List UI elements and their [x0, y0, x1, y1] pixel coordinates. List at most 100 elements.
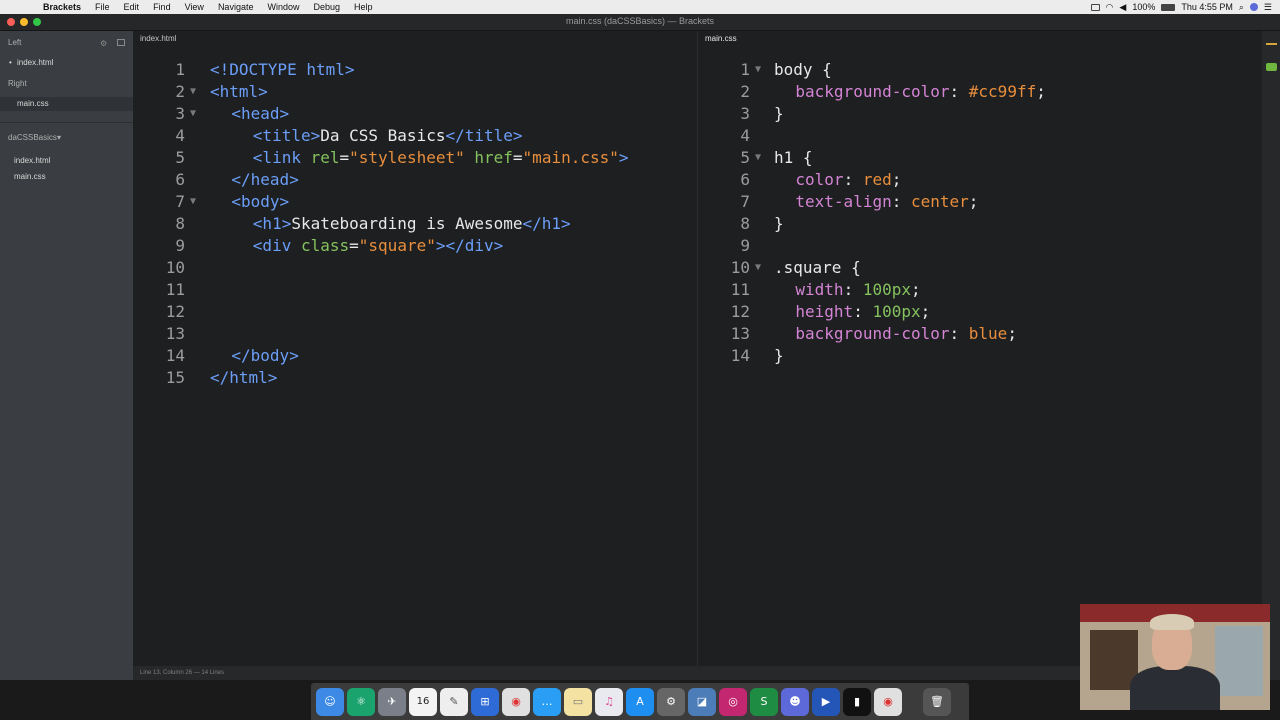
apps-grid-icon[interactable]: ⊞ [471, 687, 499, 716]
project-title[interactable]: daCSSBasics [8, 133, 57, 142]
code-text[interactable]: <body> [231, 191, 289, 213]
battery-icon[interactable] [1161, 3, 1176, 11]
project-file-main-css[interactable]: main.css [14, 172, 46, 181]
code-text[interactable]: color: red; [795, 169, 901, 191]
stickies-icon[interactable]: ▭ [564, 687, 592, 716]
pane-left-filename: index.html [140, 34, 177, 43]
code-token-prop: text-align [795, 192, 892, 211]
fold-toggle-icon[interactable]: ▼ [190, 191, 196, 213]
code-text[interactable]: } [774, 213, 784, 235]
code-text[interactable]: height: 100px; [795, 301, 930, 323]
battery-percent[interactable]: 100% [1132, 2, 1155, 12]
app-store-icon[interactable]: A [626, 687, 654, 716]
editor-pane-left[interactable]: index.html 1 <!DOCTYPE html> 2 ▼ <html> 3 ▼ <he… [133, 31, 697, 680]
code-token-punc: : [949, 324, 969, 343]
code-text[interactable]: <h1>Skateboarding is Awesome</h1> [253, 213, 571, 235]
photo-booth-icon[interactable]: ◎ [719, 687, 747, 716]
screenflow-icon[interactable]: ▶ [812, 687, 840, 716]
code-text[interactable]: width: 100px; [795, 279, 920, 301]
messages-icon[interactable]: … [533, 687, 561, 716]
slack-icon[interactable]: S [750, 687, 778, 716]
search-icon[interactable]: ⌕ [1239, 2, 1244, 13]
menu-help[interactable]: Help [347, 0, 380, 14]
code-text[interactable]: <title>Da CSS Basics</title> [253, 125, 523, 147]
code-token-sel: .square [774, 258, 852, 277]
chrome-canary-icon[interactable]: ◉ [874, 687, 902, 716]
code-text[interactable]: background-color: #cc99ff; [795, 81, 1045, 103]
code-token-sel: body [774, 60, 823, 79]
line-number: 3 [175, 104, 185, 123]
preview-icon[interactable]: ◪ [688, 687, 716, 716]
menu-find[interactable]: Find [146, 0, 178, 14]
atom-icon[interactable]: ⚛ [347, 687, 375, 716]
code-text[interactable]: <head> [231, 103, 289, 125]
code-text[interactable]: <!DOCTYPE html> [210, 59, 355, 81]
code-token-tag: <div [252, 236, 301, 255]
code-text[interactable]: } [774, 103, 784, 125]
system-preferences-icon[interactable]: ⚙ [657, 687, 685, 716]
code-token-punc: } [774, 214, 784, 233]
discord-icon[interactable]: ☻ [781, 687, 809, 716]
trash-icon[interactable]: 🗑 [923, 687, 951, 716]
extension-manager-icon[interactable] [1266, 63, 1277, 71]
menu-window[interactable]: Window [260, 0, 306, 14]
launchpad-icon[interactable]: ✈ [378, 687, 406, 716]
code-text[interactable]: body { [774, 59, 832, 81]
split-view-icon[interactable] [117, 39, 125, 46]
fold-toggle-icon[interactable]: ▼ [190, 103, 196, 125]
menu-view[interactable]: View [178, 0, 211, 14]
code-token-txt: = [339, 148, 350, 167]
code-text[interactable]: </body> [231, 345, 298, 367]
menu-debug[interactable]: Debug [306, 0, 347, 14]
menu-file[interactable]: File [88, 0, 117, 14]
chrome-icon[interactable]: ◉ [502, 687, 530, 716]
code-token-punc: ; [968, 192, 979, 211]
webcam-presenter-body [1130, 666, 1220, 710]
line-number: 9 [175, 236, 185, 255]
gear-icon[interactable]: ⚙ [100, 39, 107, 48]
code-token-tag: <html> [210, 82, 268, 101]
itunes-icon[interactable]: ♫ [595, 687, 623, 716]
menu-navigate[interactable]: Navigate [211, 0, 261, 14]
code-token-punc: { [851, 258, 861, 277]
clock[interactable]: Thu 4:55 PM [1181, 2, 1233, 12]
code-text[interactable]: .square { [774, 257, 861, 279]
project-dropdown-icon[interactable]: ▾ [57, 133, 61, 142]
calendar-icon[interactable]: 16 [409, 687, 437, 716]
volume-icon[interactable]: ◀ [1119, 2, 1126, 13]
code-token-txt: = [512, 148, 523, 167]
fold-toggle-icon[interactable]: ▼ [755, 59, 761, 81]
working-file-main-css[interactable]: main.css [0, 97, 133, 111]
code-text[interactable]: } [774, 345, 784, 367]
terminal-icon[interactable]: ▮ [843, 687, 871, 716]
siri-icon[interactable] [1249, 3, 1258, 11]
code-text[interactable]: <link rel="stylesheet" href="main.css"> [253, 147, 629, 169]
notes-icon[interactable]: ✎ [440, 687, 468, 716]
code-text[interactable]: <div class="square"></div> [253, 235, 503, 257]
line-number: 13 [165, 324, 185, 343]
finder-icon[interactable]: ☺ [316, 687, 344, 716]
menu-edit[interactable]: Edit [117, 0, 147, 14]
code-text[interactable]: <html> [210, 81, 268, 103]
fold-toggle-icon[interactable]: ▼ [755, 147, 761, 169]
line-number: 7 [740, 192, 750, 211]
menu-app-name[interactable]: Brackets [36, 0, 88, 14]
code-text[interactable]: </html> [210, 367, 277, 389]
display-icon[interactable] [1090, 3, 1100, 11]
code-text[interactable]: background-color: blue; [795, 323, 1017, 345]
notification-center-icon[interactable]: ☰ [1264, 2, 1272, 13]
code-text[interactable]: text-align: center; [795, 191, 978, 213]
working-file-index-html[interactable]: index.html [17, 58, 53, 67]
project-file-index-html[interactable]: index.html [14, 156, 50, 165]
code-token-punc: } [774, 346, 784, 365]
live-preview-icon[interactable] [1266, 43, 1277, 51]
fold-toggle-icon[interactable]: ▼ [755, 257, 761, 279]
code-text[interactable]: h1 { [774, 147, 813, 169]
fold-toggle-icon[interactable]: ▼ [190, 81, 196, 103]
line-number: 11 [165, 280, 185, 299]
wifi-icon[interactable]: ◠ [1106, 2, 1114, 13]
code-text[interactable]: </head> [231, 169, 298, 191]
code-token-punc: ; [891, 170, 902, 189]
editor-pane-right[interactable]: main.css 1 ▼ body {2 background-color: #cc9… [697, 31, 1280, 680]
line-number: 13 [730, 324, 750, 343]
